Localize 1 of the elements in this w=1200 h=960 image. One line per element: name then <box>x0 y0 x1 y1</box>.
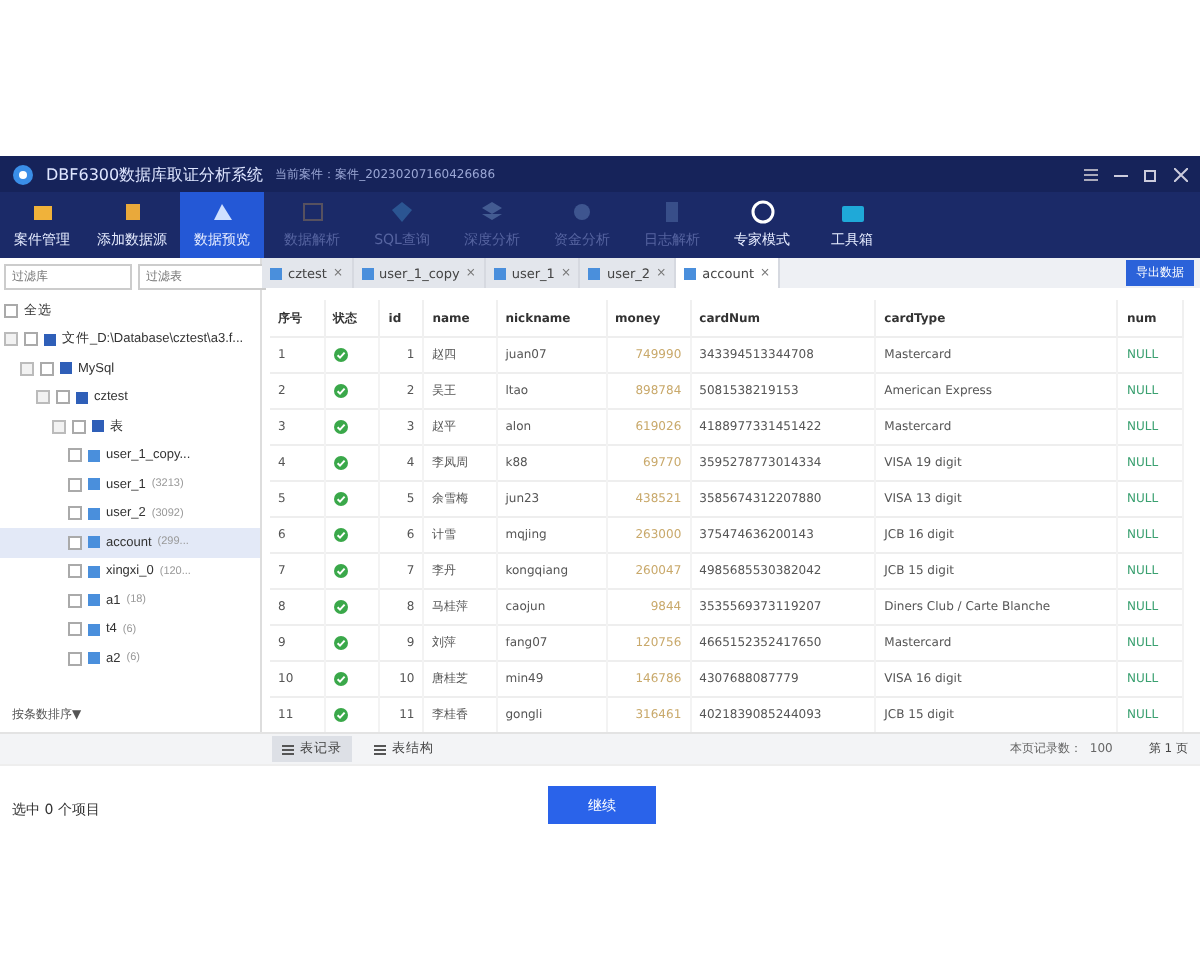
window-title: DBF6300数据库取证分析系统 <box>46 163 264 185</box>
